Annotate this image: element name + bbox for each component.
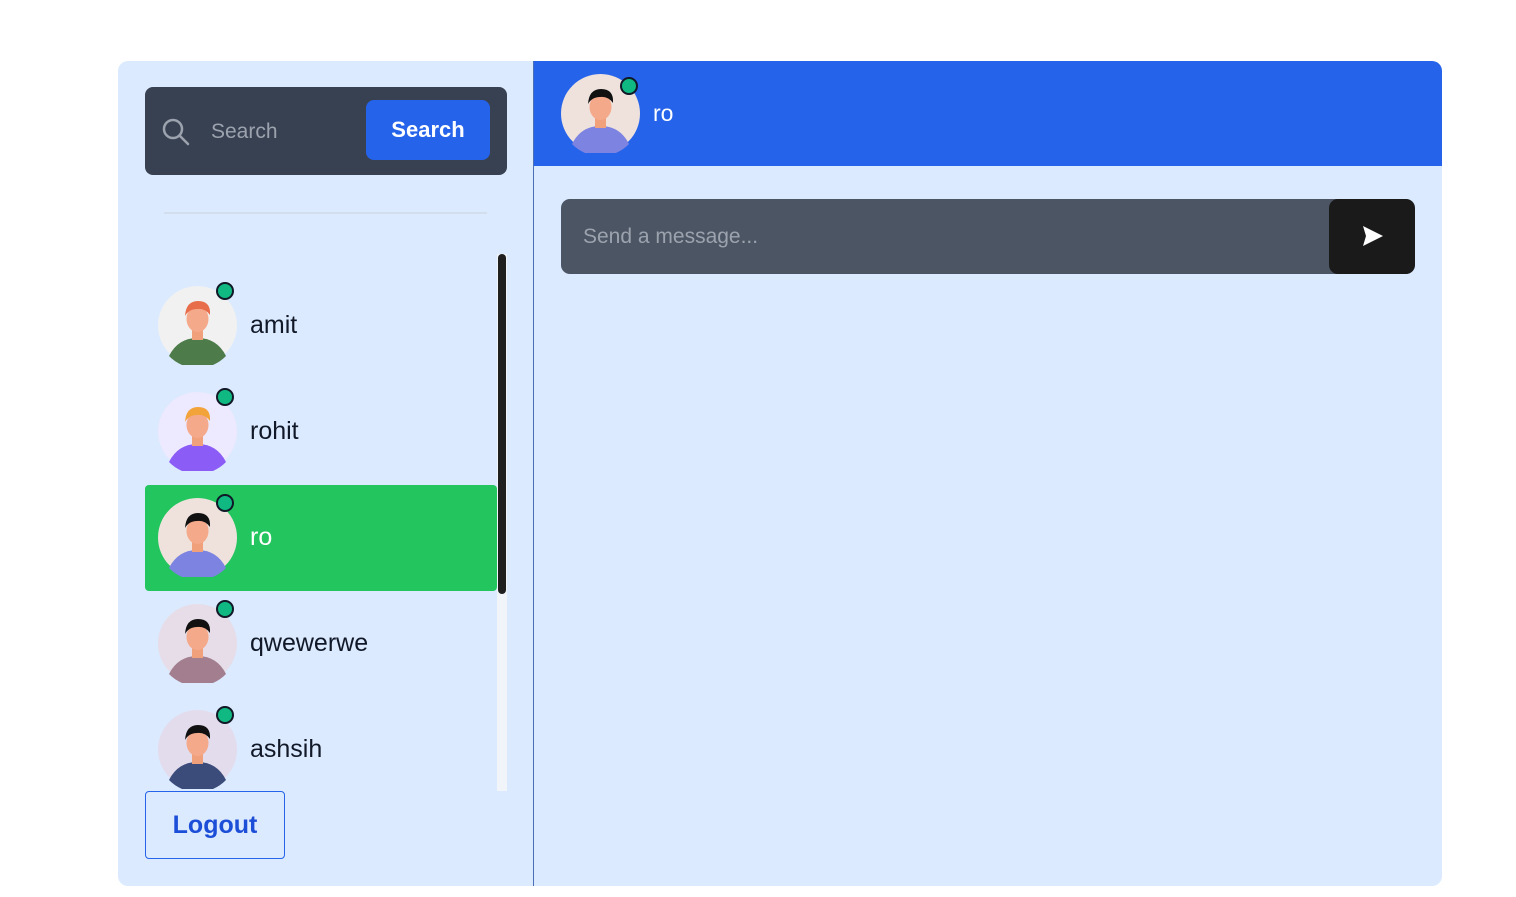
online-indicator: [216, 282, 234, 300]
conversation-name: rohit: [250, 417, 299, 445]
conversation-name: amit: [250, 311, 298, 339]
chat-contact-name: ro: [653, 100, 674, 126]
conversation-item[interactable]: amit: [145, 273, 497, 379]
online-indicator: [216, 600, 234, 618]
logout-button[interactable]: Logout: [145, 791, 285, 859]
online-indicator: [216, 494, 234, 512]
send-icon: [1363, 226, 1383, 246]
online-indicator: [216, 388, 234, 406]
message-composer: [561, 199, 1415, 274]
conversation-name: qwewerwe: [250, 629, 369, 657]
online-indicator: [216, 706, 234, 724]
search-bar: Search: [145, 87, 507, 175]
conversation-item[interactable]: ro: [145, 485, 497, 591]
conversation-name: ashsih: [250, 735, 323, 763]
chat-app: Search amitrohitroqwewerweashsih Logout …: [118, 61, 1442, 886]
conversation-item[interactable]: qwewerwe: [145, 591, 497, 697]
message-input[interactable]: [581, 216, 1305, 258]
search-input[interactable]: [209, 111, 353, 153]
chat-pane: ro: [534, 61, 1442, 886]
online-indicator: [620, 77, 638, 95]
search-icon: [162, 118, 190, 146]
conversation-item[interactable]: rohit: [145, 379, 497, 485]
conversation-item[interactable]: ashsih: [145, 697, 497, 791]
scrollbar-thumb[interactable]: [498, 254, 506, 594]
send-button[interactable]: [1329, 199, 1415, 274]
divider: [164, 212, 487, 214]
sidebar: Search amit rohit ro qwewerwe ashsih Logout: [118, 61, 534, 886]
chat-header: ro: [534, 61, 1442, 166]
conversation-list: amit rohit ro qwewerwe ashsih: [145, 254, 507, 791]
conversation-name: ro: [250, 523, 273, 551]
search-button[interactable]: Search: [366, 100, 490, 160]
